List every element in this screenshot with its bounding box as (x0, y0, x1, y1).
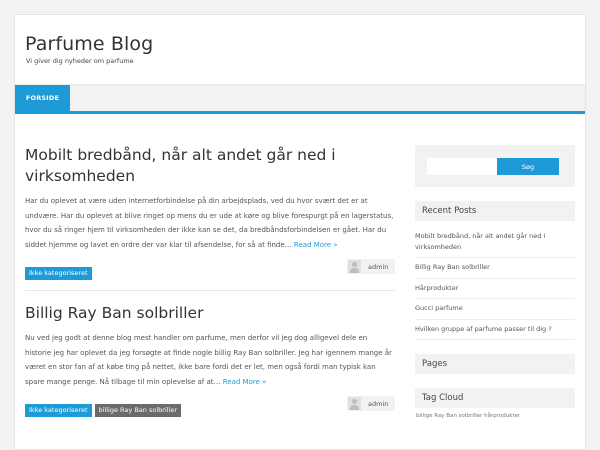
nav-item-forside[interactable]: FORSIDE (15, 85, 70, 111)
recent-post-link[interactable]: Billig Ray Ban solbriller (415, 258, 575, 279)
author-name[interactable]: admin (368, 400, 388, 408)
post-title[interactable]: Billig Ray Ban solbriller (25, 303, 395, 324)
post-article: Mobilt bredbånd, når alt andet går ned i… (25, 145, 395, 280)
tag-cloud: billige Ray Ban solbriller hårprodukter (415, 413, 575, 419)
avatar (348, 260, 361, 273)
post-title[interactable]: Mobilt bredbånd, når alt andet går ned i… (25, 145, 395, 187)
post-meta: Ikke kategoriseret admin (25, 259, 395, 280)
post-excerpt: Nu ved jeg godt at denne blog mest handl… (25, 331, 395, 389)
tag-cloud-link[interactable]: billige Ray Ban solbriller (416, 413, 482, 419)
recent-post-link[interactable]: Hvilken gruppe af parfume passer til dig… (415, 320, 575, 340)
post-meta: Ikke kategoriseret billige Ray Ban solbri… (25, 396, 395, 417)
category-tag[interactable]: Ikke kategoriseret (25, 404, 92, 417)
site-container: Parfume Blog Vi giver dig nyheder om par… (14, 14, 586, 450)
sidebar: Søg Recent Posts Mobilt bredbånd, når al… (415, 145, 575, 419)
recent-post-link[interactable]: Mobilt bredbånd, når alt andet går ned i… (415, 227, 575, 258)
recent-posts-list: Mobilt bredbånd, når alt andet går ned i… (415, 227, 575, 340)
search-input[interactable] (427, 158, 497, 175)
recent-post-link[interactable]: Gucci parfume (415, 299, 575, 320)
site-header: Parfume Blog Vi giver dig nyheder om par… (15, 15, 585, 85)
post-divider (25, 290, 395, 291)
tag-cloud-title: Tag Cloud (415, 388, 575, 408)
post-excerpt-text: Nu ved jeg godt at denne blog mest handl… (25, 334, 392, 386)
category-tag[interactable]: Ikke kategoriseret (25, 267, 92, 280)
author-name[interactable]: admin (368, 263, 388, 271)
search-widget: Søg (415, 145, 575, 187)
avatar (348, 397, 361, 410)
read-more-link[interactable]: Read More » (223, 378, 267, 386)
recent-post-link[interactable]: Hårprodukter (415, 279, 575, 299)
recent-posts-title: Recent Posts (415, 201, 575, 221)
post-excerpt-text: Har du oplevet at være uden internetforb… (25, 197, 394, 249)
nav-accent-line (15, 111, 585, 114)
post-article: Billig Ray Ban solbriller Nu ved jeg god… (25, 303, 395, 417)
post-tag[interactable]: billige Ray Ban solbriller (94, 404, 182, 417)
read-more-link[interactable]: Read More » (294, 241, 338, 249)
site-title[interactable]: Parfume Blog (25, 33, 153, 55)
author-box[interactable]: admin (347, 259, 395, 274)
main-navigation: FORSIDE (15, 85, 585, 111)
main-content: Mobilt bredbånd, når alt andet går ned i… (25, 145, 395, 417)
search-button[interactable]: Søg (497, 158, 559, 175)
tag-cloud-link[interactable]: hårprodukter (484, 413, 520, 419)
site-tagline: Vi giver dig nyheder om parfume (26, 57, 134, 65)
post-excerpt: Har du oplevet at være uden internetforb… (25, 194, 395, 252)
author-box[interactable]: admin (347, 396, 395, 411)
pages-title: Pages (415, 354, 575, 374)
